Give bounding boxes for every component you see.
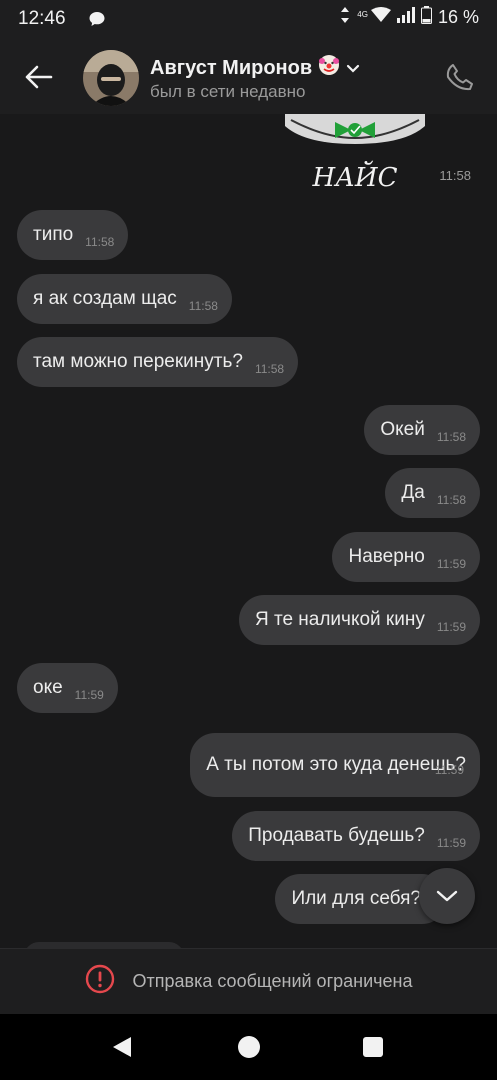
- sticker-message[interactable]: НАЙС: [285, 114, 425, 196]
- contact-name: Август Миронов: [150, 56, 313, 79]
- message-text: Наверно: [348, 546, 425, 567]
- message-bubble[interactable]: Я те наличкой кину 11:59: [238, 595, 480, 645]
- sticker-caption: НАЙС: [312, 160, 398, 193]
- message-list[interactable]: НАЙС 11:58 типо 11:58 я ак создам щас 11…: [0, 114, 497, 948]
- status-indicators: 4G 16 %: [339, 6, 479, 29]
- status-time: 12:46: [18, 8, 66, 29]
- nav-home-icon[interactable]: [238, 1036, 260, 1058]
- nav-back-icon[interactable]: [112, 1036, 132, 1063]
- alert-icon: [85, 964, 115, 999]
- chevron-down-icon: [436, 890, 458, 902]
- battery-icon: [420, 6, 432, 29]
- restricted-text: Отправка сообщений ограничена: [132, 971, 413, 991]
- contact-status: был в сети недавно: [150, 82, 306, 101]
- message-text: Я те наличкой кину: [254, 609, 425, 630]
- message-text: типо: [33, 224, 74, 245]
- scroll-to-bottom-button[interactable]: [419, 868, 475, 924]
- message-time: 11:58: [254, 362, 285, 376]
- message-text: Окей: [380, 419, 425, 440]
- message-time: 11:58: [436, 430, 466, 444]
- message-bubble[interactable]: типо 11:58: [17, 210, 129, 260]
- message-bubble[interactable]: я ак создам щас 11:58: [17, 274, 232, 324]
- message-bubble[interactable]: Да 11:58: [385, 468, 480, 518]
- message-text: Или для себя?: [291, 888, 421, 909]
- restricted-banner: Отправка сообщений ограничена: [0, 948, 497, 1014]
- signal-icon: [396, 7, 415, 28]
- message-time: 11:59: [434, 763, 464, 777]
- message-text: я ак создам щас: [33, 288, 177, 309]
- message-time: 11:59: [436, 620, 466, 634]
- message-bubble[interactable]: оке 11:59: [17, 663, 118, 713]
- vibrate-icon: [339, 6, 351, 29]
- message-time: 11:58: [85, 235, 115, 249]
- wifi-icon: [370, 7, 391, 28]
- message-bubble[interactable]: Продавать будешь? 11:59: [232, 811, 480, 861]
- chat-header: Август Миронов был в сети недавно: [0, 38, 497, 114]
- message-bubble[interactable]: там можно перекинуть? 11:58: [17, 337, 299, 387]
- message-bubble[interactable]: Наверно 11:59: [332, 532, 480, 582]
- message-time: 11:58: [188, 299, 218, 313]
- sticker-image: НАЙС: [285, 114, 425, 193]
- message-time: 11:59: [436, 836, 466, 850]
- message-bubble[interactable]: Окей 11:58: [364, 405, 480, 455]
- phone-icon: [446, 64, 473, 91]
- message-time: 11:59: [74, 688, 104, 702]
- message-time: 11:59: [436, 557, 466, 571]
- nav-recents-icon[interactable]: [363, 1037, 383, 1057]
- message-time: 11:58: [436, 493, 466, 507]
- contact-name-row[interactable]: Август Миронов: [150, 54, 360, 82]
- battery-percent: 16 %: [437, 7, 479, 27]
- chat-notification-icon: [88, 10, 106, 33]
- network-type: 4G: [357, 10, 368, 19]
- message-time: 11:58: [439, 168, 471, 183]
- avatar[interactable]: [83, 50, 139, 106]
- message-text: А ты потом это куда денешь?: [206, 754, 466, 775]
- status-bar: 12:46 4G 16 %: [0, 0, 497, 38]
- message-text: там можно перекинуть?: [33, 351, 243, 372]
- clown-emoji-icon: [318, 54, 340, 82]
- message-text: Да: [401, 482, 425, 503]
- message-text: Продавать будешь?: [248, 825, 425, 846]
- chevron-down-icon[interactable]: [346, 57, 360, 80]
- message-bubble[interactable]: А ты потом это куда денешь? 11:59: [190, 733, 480, 797]
- back-button[interactable]: [22, 60, 56, 94]
- call-button[interactable]: [441, 58, 479, 96]
- system-nav-bar: [0, 1014, 497, 1080]
- back-arrow-icon: [25, 65, 53, 89]
- message-text: оке: [33, 677, 63, 698]
